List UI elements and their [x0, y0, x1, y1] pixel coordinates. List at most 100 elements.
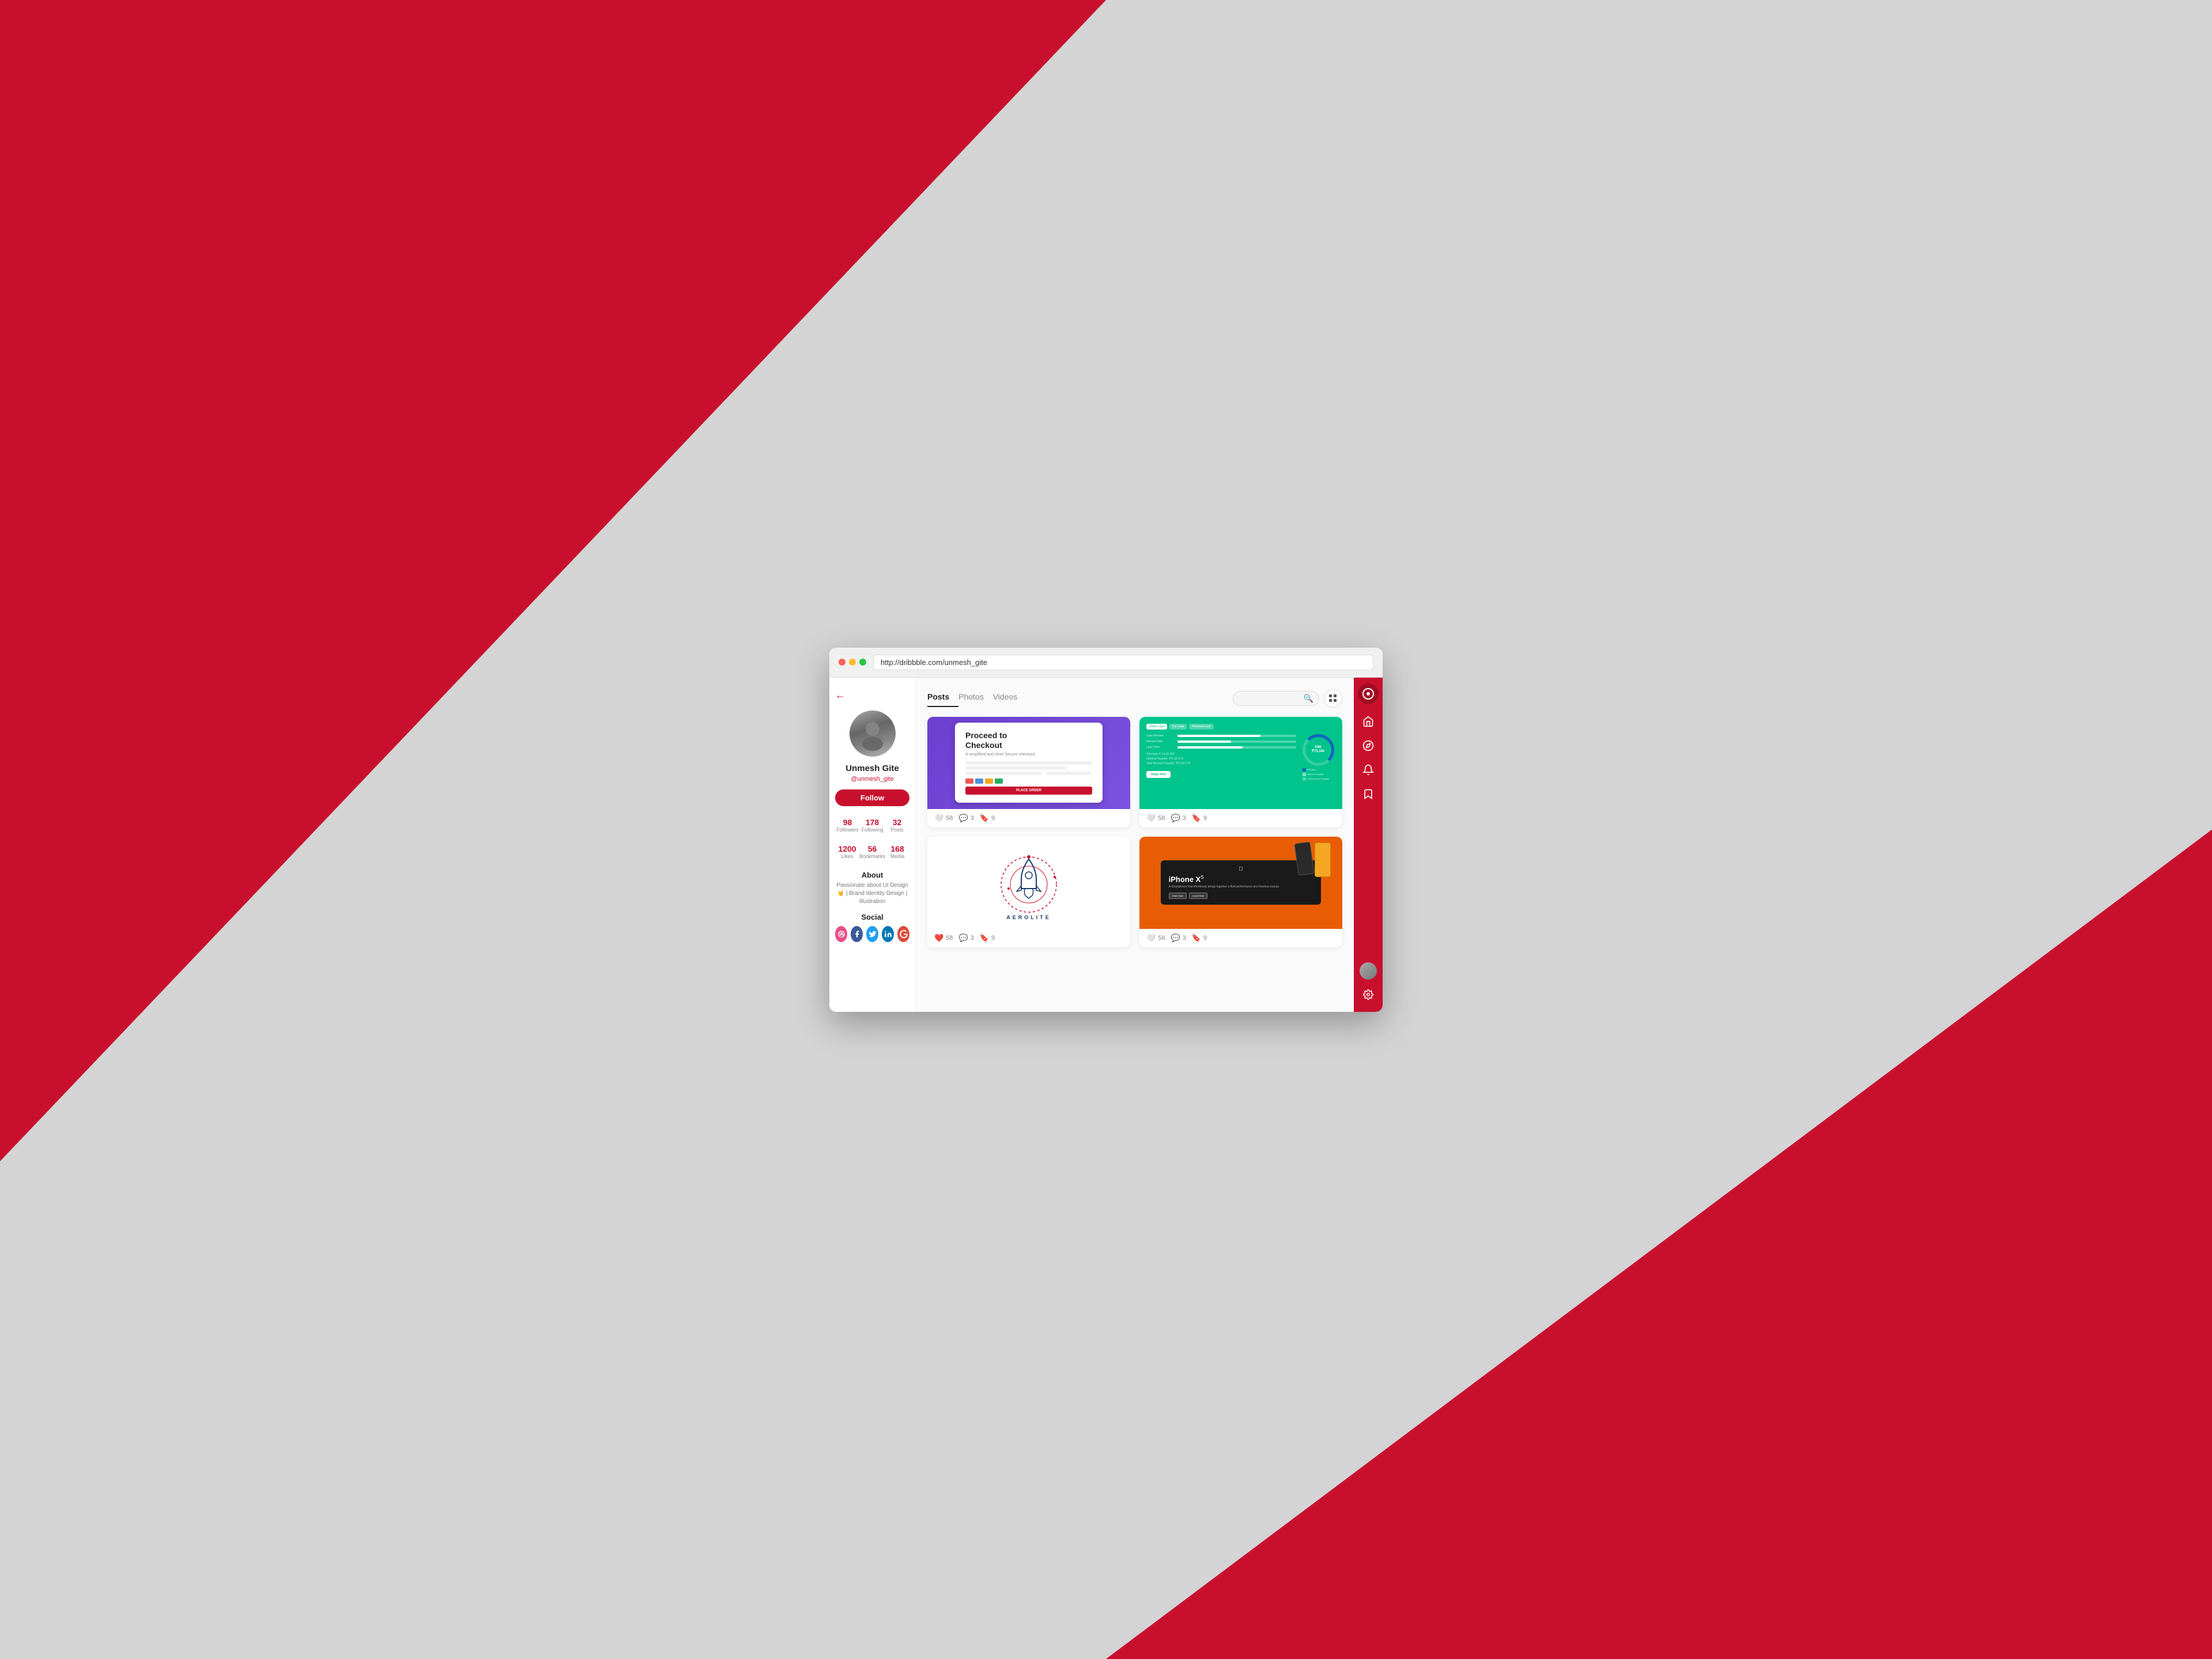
- bookmark-icon-1[interactable]: 🔖: [980, 814, 989, 823]
- followers-label: Followers: [835, 827, 860, 833]
- social-title: Social: [835, 913, 909, 921]
- social-google[interactable]: [897, 926, 909, 942]
- bookmarks-count-3: 9: [991, 935, 995, 942]
- about-title: About: [835, 871, 909, 879]
- dot-yellow[interactable]: [849, 659, 856, 666]
- loan-tab-car: Car Loan: [1169, 724, 1187, 730]
- comments-group-1: 💬 3: [958, 814, 973, 823]
- social-twitter[interactable]: [866, 926, 878, 942]
- stat-following: 178 Following: [860, 815, 885, 835]
- browser-dots: [839, 659, 866, 666]
- post-card-checkout[interactable]: Proceed toCheckout A simplified and shor…: [927, 717, 1130, 827]
- checkout-mock: Proceed toCheckout A simplified and shor…: [955, 723, 1103, 803]
- comment-icon-1[interactable]: 💬: [958, 814, 968, 823]
- comments-count-1: 3: [971, 815, 974, 822]
- tab-photos[interactable]: Photos: [958, 690, 993, 707]
- loan-body: Loan Amount Interest Rate Loan Term: [1146, 734, 1335, 781]
- heart-icon-4[interactable]: 🤍: [1146, 934, 1156, 943]
- checkout-title: Proceed toCheckout: [965, 731, 1092, 750]
- post-card-loan[interactable]: Home Loan Car Loan Personal Loan Loan Am…: [1139, 717, 1342, 827]
- tab-posts[interactable]: Posts: [927, 690, 958, 707]
- iphone-title: iPhone XS: [1169, 875, 1313, 883]
- nav-logo: [1358, 683, 1379, 704]
- bookmarks-label: Bookmarks: [859, 853, 885, 859]
- nav-bookmarks[interactable]: [1357, 783, 1380, 806]
- post-actions-4: 🤍 58 💬 3 🔖 9: [1139, 929, 1342, 947]
- right-sidebar: [1354, 678, 1383, 1012]
- nav-notifications[interactable]: [1357, 758, 1380, 781]
- heart-icon-3[interactable]: ❤️: [934, 934, 943, 943]
- comments-count-2: 3: [1183, 815, 1186, 822]
- tab-videos[interactable]: Videos: [993, 690, 1027, 707]
- bookmarks-value: 56: [859, 844, 885, 853]
- social-linkedin[interactable]: [882, 926, 894, 942]
- post-card-iphone[interactable]:  iPhone XS A Smartphone that effortless…: [1139, 837, 1342, 947]
- nav-home[interactable]: [1357, 710, 1380, 733]
- nav-avatar[interactable]: [1360, 962, 1377, 980]
- stat-bookmarks: 56 Bookmarks: [859, 842, 885, 861]
- social-facebook[interactable]: [851, 926, 863, 942]
- bookmark-icon-2[interactable]: 🔖: [1192, 814, 1201, 823]
- checkout-button-mock: PLACE ORDER: [965, 787, 1092, 795]
- dot-green[interactable]: [859, 659, 866, 666]
- iphone-buttons: Order Now Learn More: [1169, 893, 1313, 899]
- bookmark-icon-4[interactable]: 🔖: [1192, 934, 1201, 943]
- posts-value: 32: [885, 818, 909, 827]
- grid-toggle-button[interactable]: [1324, 689, 1342, 708]
- comments-group-4: 💬 3: [1171, 934, 1186, 943]
- profile-name: Unmesh Gite: [845, 764, 899, 773]
- heart-icon-2[interactable]: 🤍: [1146, 814, 1156, 823]
- checkout-subtitle: A simplified and short Secure checkout: [965, 753, 1092, 757]
- loan-tabs: Home Loan Car Loan Personal Loan: [1146, 724, 1335, 730]
- loan-left: Loan Amount Interest Rate Loan Term: [1146, 734, 1296, 781]
- posts-label: Posts: [885, 827, 909, 833]
- social-icons: [835, 926, 909, 942]
- back-button[interactable]: ←: [835, 689, 845, 701]
- social-dribbble[interactable]: [835, 926, 847, 942]
- comment-icon-3[interactable]: 💬: [958, 934, 968, 943]
- post-card-rocket[interactable]: AEROLITE ❤️ 58 💬 3 🔖: [927, 837, 1130, 947]
- likes-count-3: 58: [946, 935, 953, 942]
- thumbnail-rocket: AEROLITE: [927, 837, 1130, 929]
- comment-icon-4[interactable]: 💬: [1171, 934, 1180, 943]
- apple-logo: : [1169, 866, 1313, 872]
- search-icon: 🔍: [1304, 693, 1313, 703]
- bookmark-icon-3[interactable]: 🔖: [980, 934, 989, 943]
- loan-tab-home: Home Loan: [1146, 724, 1167, 730]
- follow-button[interactable]: Follow: [835, 789, 909, 806]
- bookmarks-count-2: 9: [1203, 815, 1207, 822]
- likes-group-3: ❤️ 58: [934, 934, 953, 943]
- bookmarks-group-2: 🔖 9: [1192, 814, 1207, 823]
- bookmarks-count-1: 9: [991, 815, 995, 822]
- comment-icon-2[interactable]: 💬: [1171, 814, 1180, 823]
- likes-label: Likes: [835, 853, 859, 859]
- stat-likes: 1200 Likes: [835, 842, 859, 861]
- likes-group-2: 🤍 58: [1146, 814, 1165, 823]
- bookmarks-count-4: 9: [1203, 935, 1207, 942]
- nav-settings[interactable]: [1357, 983, 1380, 1006]
- iphone-order-btn[interactable]: Order Now: [1169, 893, 1187, 899]
- post-actions-2: 🤍 58 💬 3 🔖 9: [1139, 809, 1342, 827]
- stat-media: 168 Media: [885, 842, 909, 861]
- about-text: Passionate about UI Design 🤘 | Brand Ide…: [835, 882, 909, 906]
- likes-group-4: 🤍 58: [1146, 934, 1165, 943]
- likes-count-4: 58: [1158, 935, 1165, 942]
- media-value: 168: [885, 844, 909, 853]
- grid-icon: [1329, 694, 1337, 702]
- main-content: Posts Photos Videos 🔍: [916, 678, 1354, 1012]
- search-input-wrap: 🔍: [1233, 691, 1319, 706]
- social-section: Social: [835, 913, 909, 942]
- url-bar[interactable]: [873, 655, 1373, 670]
- posts-grid: Proceed toCheckout A simplified and shor…: [927, 717, 1342, 947]
- browser-window: ← Unmesh Gite @unmesh_gite Follow 98 Fol…: [829, 648, 1383, 1012]
- stat-posts: 32 Posts: [885, 815, 909, 835]
- likes-value: 1200: [835, 844, 859, 853]
- likes-count-1: 58: [946, 815, 953, 822]
- comments-count-4: 3: [1183, 935, 1186, 942]
- browser-titlebar: [829, 648, 1383, 678]
- iphone-learn-btn[interactable]: Learn More: [1189, 893, 1207, 899]
- nav-explore[interactable]: [1357, 734, 1380, 757]
- heart-icon-1[interactable]: 🤍: [934, 814, 943, 823]
- dot-red[interactable]: [839, 659, 845, 666]
- svg-text:AEROLITE: AEROLITE: [1006, 914, 1051, 920]
